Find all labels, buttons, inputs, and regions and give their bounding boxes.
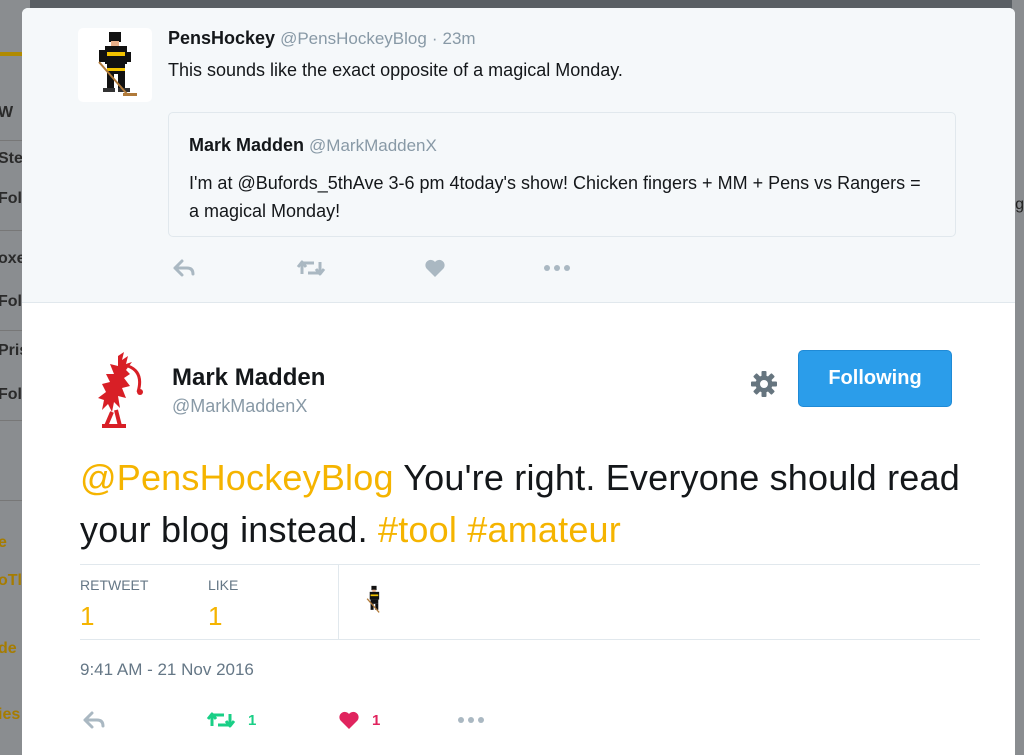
more-button[interactable]: [456, 710, 486, 730]
quoted-header: Mark Madden @MarkMaddenX: [189, 135, 437, 156]
quoted-handle: @MarkMaddenX: [309, 136, 437, 155]
more-icon: [544, 265, 570, 271]
like-count: 1: [372, 711, 381, 729]
like-stat-label: LIKE: [208, 577, 239, 593]
ancestor-display-name[interactable]: PensHockey: [168, 28, 275, 48]
background-fragment: g: [1015, 196, 1024, 213]
tweet-text: @PensHockeyBlog You're right. Everyone s…: [80, 452, 980, 556]
retweet-icon: [296, 260, 326, 276]
quoted-display-name: Mark Madden: [189, 135, 305, 155]
retweet-stat-count: 1: [80, 601, 95, 631]
more-icon: [458, 717, 484, 723]
ancestor-header: PensHockey @PensHockeyBlog · 23m: [168, 28, 476, 49]
retweet-stat[interactable]: RETWEET 1: [80, 577, 148, 632]
reply-icon: [173, 259, 195, 277]
quoted-tweet[interactable]: Mark Madden @MarkMaddenX I'm at @Bufords…: [168, 112, 956, 237]
retweet-button[interactable]: [296, 258, 326, 278]
author-display-name[interactable]: Mark Madden: [172, 364, 325, 392]
background-fragment: oTl: [0, 572, 22, 589]
retweet-stat-label: RETWEET: [80, 577, 149, 593]
like-button[interactable]: [424, 258, 446, 278]
stats-divider: [338, 565, 339, 639]
background-fragment: W: [0, 104, 14, 121]
like-button[interactable]: 1: [338, 710, 380, 730]
background-fragment: Fol: [0, 386, 22, 403]
liker-avatar-icon[interactable]: [362, 585, 386, 615]
hashtag-link[interactable]: #tool: [378, 509, 457, 550]
heart-icon: [425, 259, 445, 277]
background-fragment: ies: [0, 706, 21, 723]
author-handle[interactable]: @MarkMaddenX: [172, 396, 307, 417]
ancestor-tweet-text: This sounds like the exact opposite of a…: [168, 60, 623, 80]
hashtag-link[interactable]: #amateur: [467, 509, 621, 550]
ancestor-avatar[interactable]: [78, 28, 152, 102]
retweet-button[interactable]: 1: [206, 710, 256, 730]
background-fragment: e: [0, 534, 7, 551]
reply-button[interactable]: [82, 710, 106, 730]
retweet-icon: [206, 712, 236, 728]
reply-button[interactable]: [172, 258, 196, 278]
background-fragment: Ste: [0, 150, 23, 167]
liverbird-avatar-icon[interactable]: [88, 352, 154, 428]
retweet-count: 1: [248, 711, 257, 729]
like-stat-count: 1: [208, 601, 223, 631]
ancestor-separator: ·: [431, 29, 438, 48]
tweet-permalink-modal: PensHockey @PensHockeyBlog · 23m This so…: [22, 8, 1015, 755]
background-fragment: Fol: [0, 190, 22, 207]
gear-icon[interactable]: [750, 370, 778, 398]
ancestor-time[interactable]: 23m: [443, 29, 476, 48]
following-button[interactable]: Following: [798, 350, 952, 407]
tweet-timestamp[interactable]: 9:41 AM - 21 Nov 2016: [80, 660, 254, 680]
ancestor-tweet[interactable]: PensHockey @PensHockeyBlog · 23m This so…: [22, 8, 1015, 303]
ancestor-handle[interactable]: @PensHockeyBlog: [280, 29, 427, 48]
reply-icon: [83, 711, 105, 729]
mention-link[interactable]: @PensHockeyBlog: [80, 457, 394, 498]
heart-icon: [339, 711, 359, 729]
quoted-tweet-text: I'm at @Bufords_5thAve 3-6 pm 4today's s…: [189, 173, 921, 221]
tweet-stats: RETWEET 1 LIKE 1: [80, 564, 980, 640]
like-stat[interactable]: LIKE 1: [208, 577, 238, 632]
background-fragment: de: [0, 640, 17, 657]
hockey-player-avatar-icon: [98, 32, 137, 96]
more-button[interactable]: [542, 258, 572, 278]
background-fragment: Fol: [0, 293, 22, 310]
